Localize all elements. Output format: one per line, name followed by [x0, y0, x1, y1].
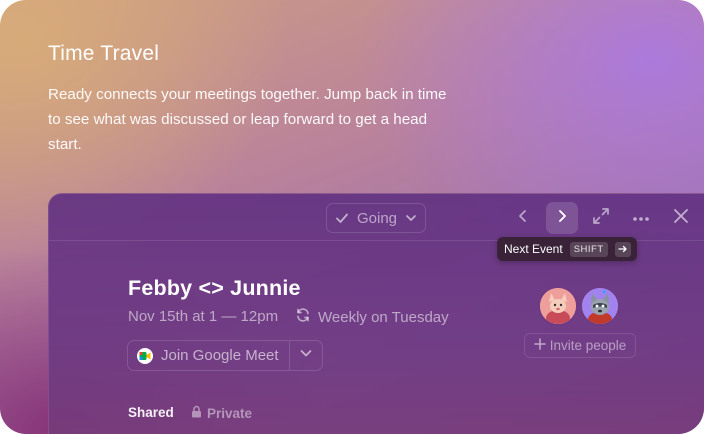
shortcut-key: SHIFT: [569, 241, 608, 257]
event-recurrence[interactable]: Weekly on Tuesday: [295, 307, 449, 327]
avatar[interactable]: [580, 286, 620, 326]
join-meet-button[interactable]: Join Google Meet: [128, 341, 290, 370]
invite-label: Invite people: [549, 338, 627, 353]
more-options-button[interactable]: [625, 202, 657, 234]
close-button[interactable]: [665, 202, 697, 234]
chevron-left-icon: [516, 209, 530, 228]
event-title[interactable]: Febby <> Junnie: [128, 276, 301, 301]
private-label: Private: [207, 405, 253, 421]
close-icon: [673, 208, 689, 229]
check-icon: [335, 211, 349, 225]
expand-button[interactable]: [585, 202, 617, 234]
chevron-right-icon: [555, 209, 569, 228]
time-travel-card: Time Travel Ready connects your meetings…: [0, 0, 704, 434]
google-meet-icon: [137, 347, 153, 364]
rsvp-label: Going: [356, 209, 398, 227]
repeat-icon: [295, 307, 311, 327]
meeting-options-dropdown[interactable]: [290, 346, 322, 365]
rsvp-dropdown[interactable]: Going: [326, 203, 426, 233]
chevron-down-icon: [405, 212, 417, 224]
expand-icon: [592, 207, 610, 230]
chevron-down-icon: [299, 346, 313, 365]
feature-title: Time Travel: [48, 42, 160, 65]
attendee-avatars: [538, 286, 628, 326]
join-meet-label: Join Google Meet: [161, 347, 279, 364]
event-time[interactable]: Nov 15th at 1 — 12pm: [128, 308, 278, 325]
invite-people-button[interactable]: Invite people: [524, 333, 636, 358]
arrow-right-icon: [614, 241, 631, 257]
recurrence-label: Weekly on Tuesday: [318, 308, 449, 326]
next-event-button[interactable]: [546, 202, 578, 234]
tooltip-label: Next Event: [504, 242, 563, 256]
avatar[interactable]: [538, 286, 578, 326]
shared-tab[interactable]: Shared: [128, 405, 174, 420]
next-event-tooltip: Next Event SHIFT: [497, 237, 637, 261]
previous-event-button[interactable]: [507, 202, 539, 234]
event-panel: Going Next Event SHIFT Febby <> Junnie N…: [48, 193, 704, 434]
feature-description: Ready connects your meetings together. J…: [48, 86, 447, 153]
private-tab[interactable]: Private: [191, 405, 252, 421]
more-icon: [632, 209, 650, 227]
join-meet-split-button: Join Google Meet: [127, 340, 323, 371]
lock-icon: [191, 405, 202, 421]
plus-icon: [533, 338, 546, 353]
